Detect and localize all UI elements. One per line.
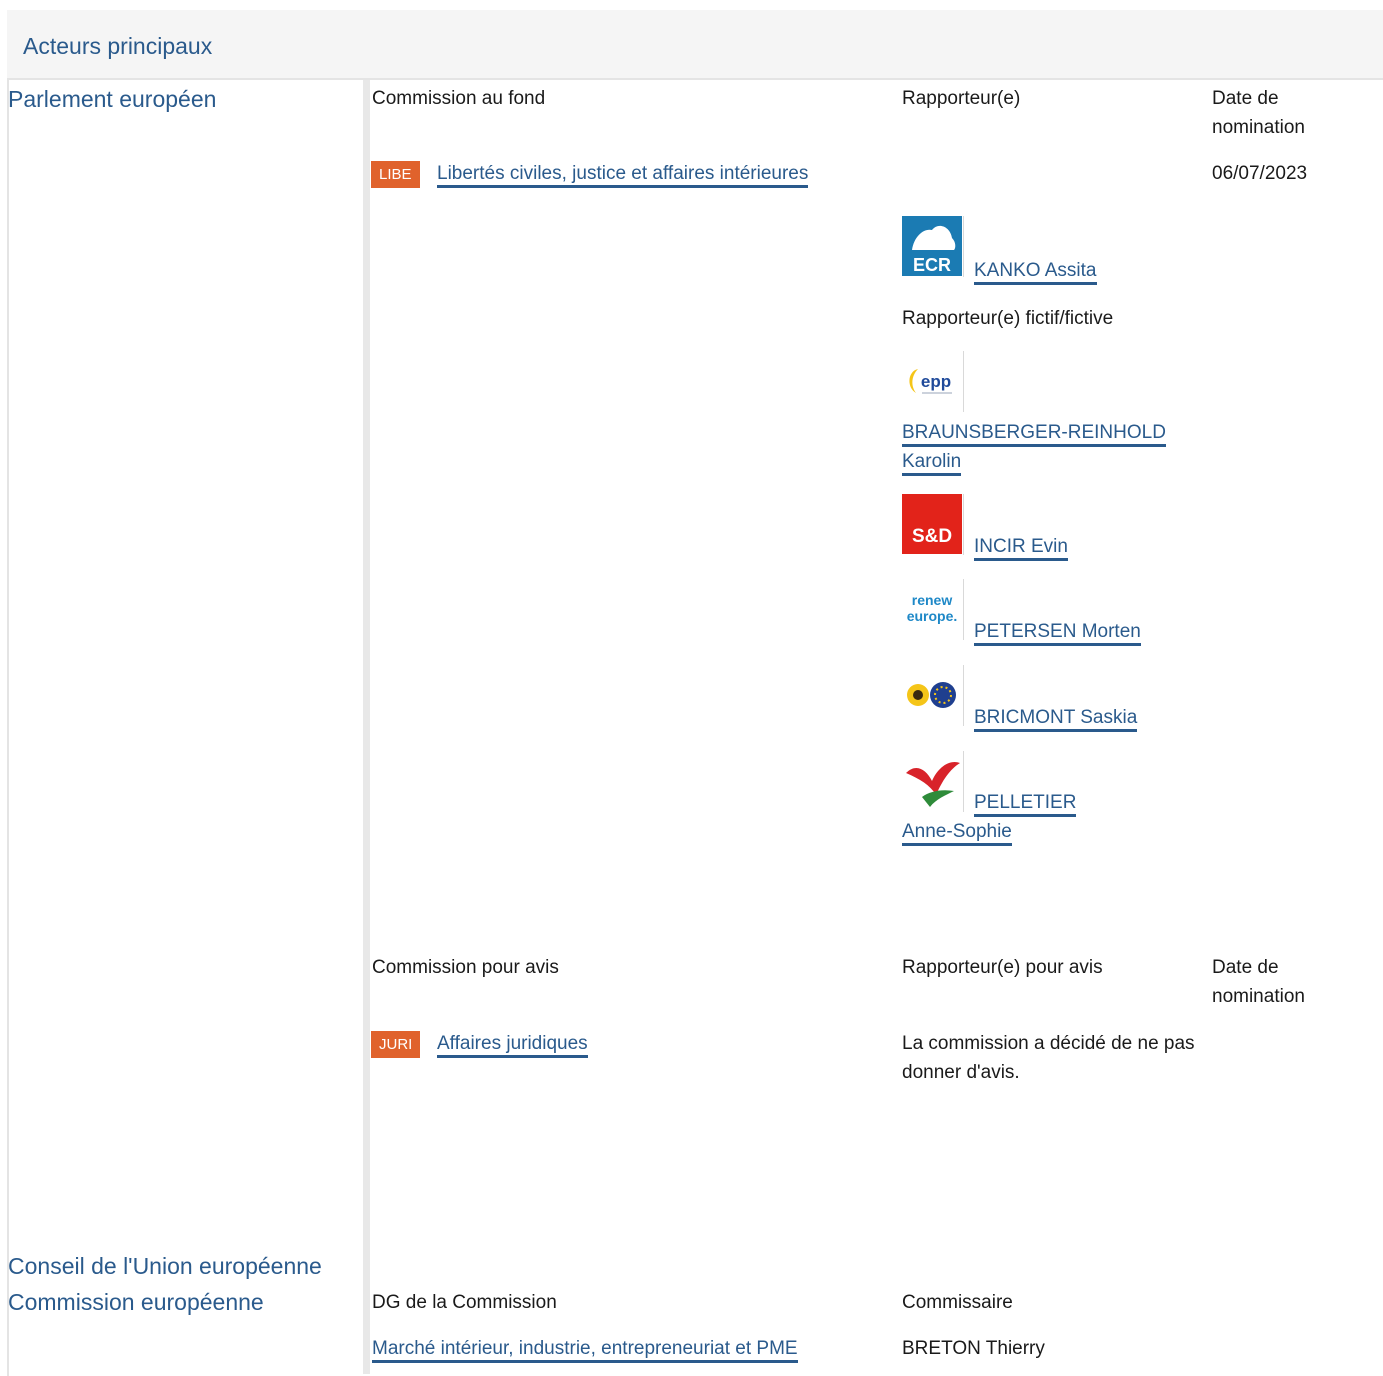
shadow-rapporteur-item[interactable]: PELLETIER Anne-Sophie bbox=[902, 788, 1102, 846]
svg-text:renew: renew bbox=[912, 592, 953, 608]
rapporteur-name-link[interactable]: KANKO Assita bbox=[974, 260, 1097, 285]
header-opinion-committee: Commission pour avis bbox=[372, 957, 559, 978]
commissioner-name: BRETON Thierry bbox=[902, 1338, 1045, 1359]
header-appointment-date: Date de nomination bbox=[1212, 88, 1305, 138]
svg-text:ECR: ECR bbox=[913, 255, 951, 275]
lead-committee-link[interactable]: Libertés civiles, justice et affaires in… bbox=[437, 159, 809, 188]
shadow-rapporteur-name-link[interactable]: PETERSEN Morten bbox=[974, 621, 1141, 646]
opinion-committee-link[interactable]: Affaires juridiques bbox=[437, 1029, 588, 1058]
ecr-logo-icon: ECR bbox=[902, 216, 964, 277]
rapporteur-item[interactable]: KANKO Assita bbox=[974, 256, 1097, 285]
opinion-note: La commission a décidé de ne pas donner … bbox=[902, 1033, 1195, 1083]
header-opinion-date: Date de nomination bbox=[1212, 957, 1305, 1007]
svg-text:epp: epp bbox=[921, 372, 951, 391]
shadow-rapporteur-item[interactable]: INCIR Evin bbox=[974, 532, 1068, 561]
svg-text:S&D: S&D bbox=[912, 526, 952, 547]
actor-parliament-link[interactable]: Parlement européen bbox=[8, 86, 216, 113]
header-opinion-rapporteur: Rapporteur(e) pour avis bbox=[902, 957, 1103, 978]
shadow-rapporteur-name-link[interactable]: BRICMONT Saskia bbox=[974, 707, 1138, 732]
content-frame bbox=[7, 10, 1383, 1376]
renew-europe-logo-icon: renew europe. bbox=[902, 579, 964, 640]
section-title: Acteurs principaux bbox=[23, 33, 213, 59]
lead-committee-name[interactable]: Libertés civiles, justice et affaires in… bbox=[437, 163, 809, 188]
commission-dg-link[interactable]: Marché intérieur, industrie, entrepreneu… bbox=[372, 1334, 798, 1363]
column-divider bbox=[363, 80, 370, 1374]
shadow-rapporteur-name-link[interactable]: BRAUNSBERGER-REINHOLD Karolin bbox=[902, 422, 1166, 476]
shadow-rapporteur-name-link[interactable]: PELLETIER Anne-Sophie bbox=[902, 792, 1077, 846]
actor-council-link[interactable]: Conseil de l'Union européenne bbox=[8, 1253, 322, 1280]
epp-logo-icon: epp bbox=[902, 351, 964, 412]
header-rapporteur: Rapporteur(e) bbox=[902, 88, 1021, 109]
shadow-rapporteur-name-link[interactable]: INCIR Evin bbox=[974, 536, 1068, 561]
section-header bbox=[7, 10, 1383, 80]
shadow-rapporteur-label: Rapporteur(e) fictif/fictive bbox=[902, 308, 1114, 329]
opinion-committee-name[interactable]: Affaires juridiques bbox=[437, 1033, 588, 1058]
header-commission-dg: DG de la Commission bbox=[372, 1292, 557, 1313]
header-lead-committee: Commission au fond bbox=[372, 88, 546, 109]
sd-logo-icon: S&D bbox=[902, 494, 964, 555]
greens-efa-logo-icon bbox=[902, 665, 964, 726]
shadow-rapporteur-item[interactable]: PETERSEN Morten bbox=[974, 617, 1141, 646]
shadow-rapporteur-item[interactable]: BRAUNSBERGER-REINHOLD Karolin bbox=[902, 418, 1222, 476]
committee-badge-libe: LIBE bbox=[371, 161, 420, 188]
actor-commission-link[interactable]: Commission européenne bbox=[8, 1289, 264, 1316]
shadow-rapporteur-item[interactable]: BRICMONT Saskia bbox=[974, 703, 1138, 732]
committee-badge-juri: JURI bbox=[371, 1031, 421, 1058]
header-commissioner: Commissaire bbox=[902, 1292, 1013, 1313]
commission-dg-name[interactable]: Marché intérieur, industrie, entrepreneu… bbox=[372, 1338, 798, 1363]
svg-text:europe.: europe. bbox=[907, 608, 958, 624]
lead-appointment-date: 06/07/2023 bbox=[1212, 163, 1308, 184]
